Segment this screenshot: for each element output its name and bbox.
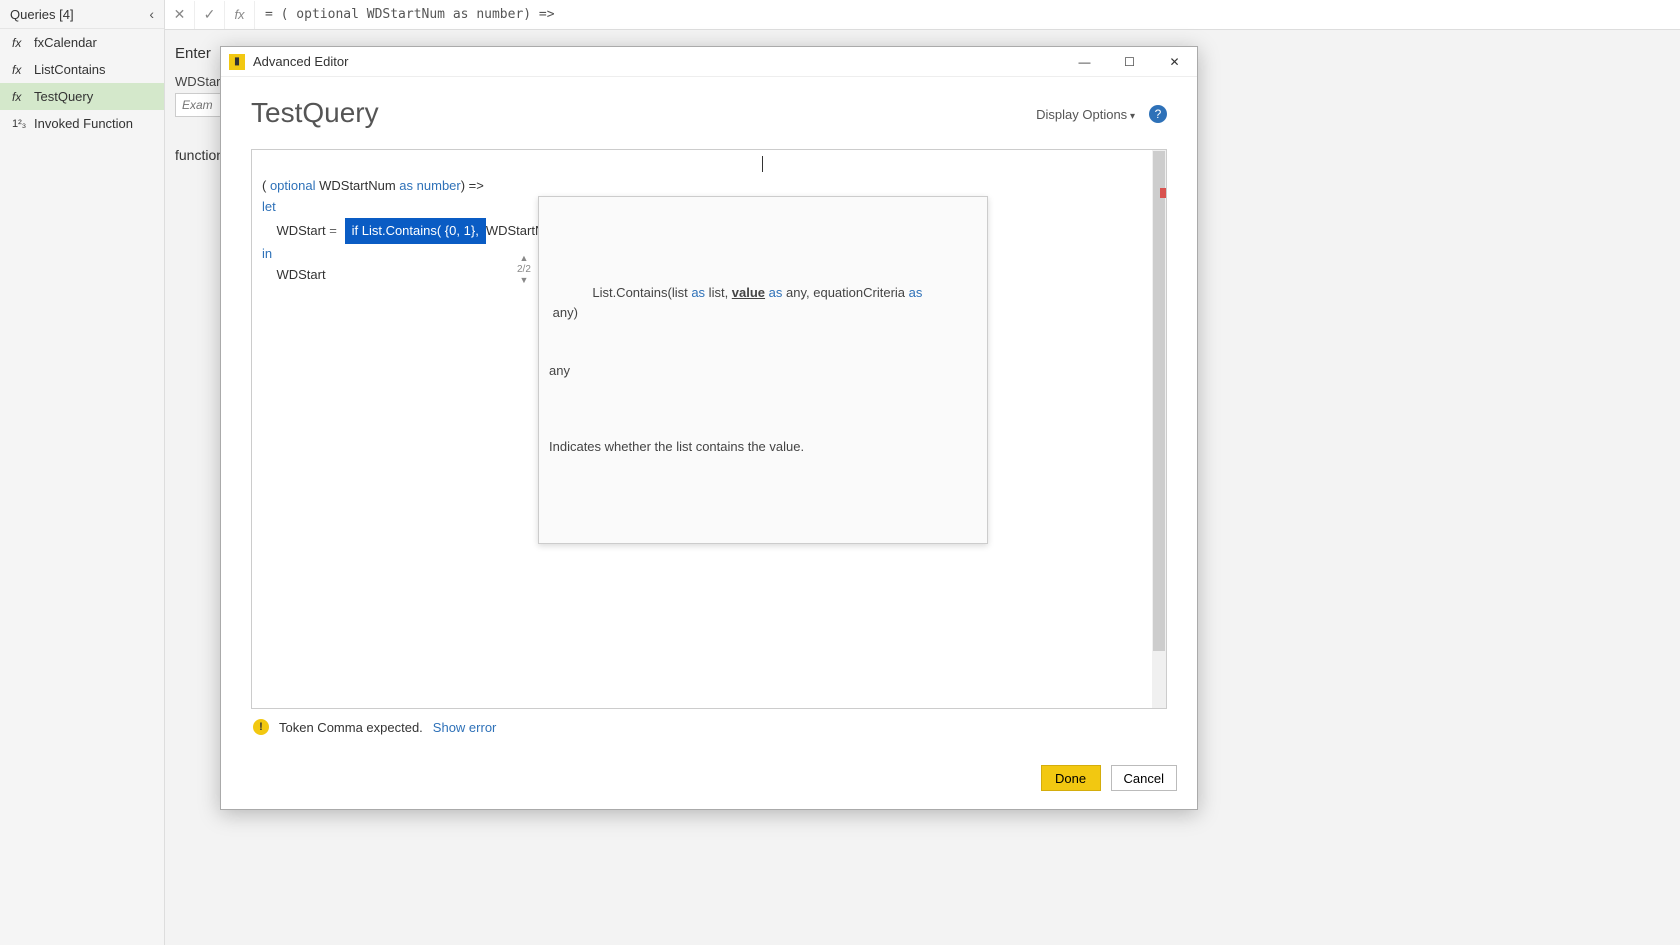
display-options-dropdown[interactable]: Display Options [1036, 107, 1135, 122]
code-token: List.Contains( { [358, 223, 449, 238]
cancel-formula-icon[interactable]: ✕ [165, 1, 195, 29]
sig-text: any) [549, 305, 578, 320]
code-selection-highlight: if List.Contains( {0, 1}, [345, 218, 486, 244]
editor-scrollbar[interactable] [1152, 150, 1166, 708]
query-item-fxcalendar[interactable]: fx fxCalendar [0, 29, 164, 56]
tooltip-return-type: any [549, 361, 977, 381]
code-keyword: optional [270, 178, 316, 193]
dialog-toolbar: Display Options ? [1036, 105, 1167, 123]
code-indent [262, 223, 276, 238]
fx-icon: fx [12, 90, 26, 104]
code-keyword: let [262, 199, 276, 214]
down-arrow-icon[interactable]: ▼ [519, 275, 528, 286]
sig-kw: as [691, 285, 705, 300]
sig-kw: as [909, 285, 923, 300]
code-indent [262, 267, 276, 282]
dialog-body: TestQuery Display Options ? ( optional W… [221, 77, 1197, 755]
advanced-editor-dialog: ▮ Advanced Editor — ☐ ✕ TestQuery Displa… [220, 46, 1198, 810]
fx-icon: fx [12, 63, 26, 77]
code-content[interactable]: ( optional WDStartNum as number) => let … [252, 150, 1166, 392]
query-item-listcontains[interactable]: fx ListContains [0, 56, 164, 83]
formula-text[interactable]: = ( optional WDStartNum as number) => [255, 7, 555, 22]
error-row: ! Token Comma expected. Show error [251, 709, 1167, 745]
query-label: Invoked Function [34, 116, 133, 131]
code-keyword: in [262, 246, 272, 261]
code-editor[interactable]: ( optional WDStartNum as number) => let … [251, 149, 1167, 709]
queries-panel: Queries [4] ‹ fx fxCalendar fx ListConta… [0, 0, 165, 945]
query-label: TestQuery [34, 89, 93, 104]
code-number: 1 [464, 223, 471, 238]
code-token: WDStart [276, 223, 329, 238]
warning-icon: ! [253, 719, 269, 735]
minimize-button[interactable]: — [1062, 47, 1107, 77]
tooltip-description: Indicates whether the list contains the … [549, 437, 977, 457]
tooltip-page: 2/2 [517, 264, 531, 275]
tooltip-content: List.Contains(list as list, value as any… [539, 257, 987, 503]
code-token: }, [471, 223, 479, 238]
fx-icon: fx [12, 36, 26, 50]
code-token: ) => [461, 178, 484, 193]
show-error-link[interactable]: Show error [433, 720, 497, 735]
queries-title: Queries [4] [10, 7, 74, 22]
dialog-heading: TestQuery [251, 97, 1167, 129]
sig-text: any, equationCriteria [782, 285, 908, 300]
editor-caret [762, 156, 763, 172]
code-type: number [417, 178, 461, 193]
scrollbar-thumb[interactable] [1153, 151, 1165, 651]
help-icon[interactable]: ? [1149, 105, 1167, 123]
queries-header: Queries [4] ‹ [0, 0, 164, 29]
window-buttons: — ☐ ✕ [1062, 47, 1197, 77]
dialog-titlebar[interactable]: ▮ Advanced Editor — ☐ ✕ [221, 47, 1197, 77]
code-operator: = [329, 223, 337, 238]
maximize-button[interactable]: ☐ [1107, 47, 1152, 77]
dialog-footer: Done Cancel [221, 755, 1197, 809]
fx-formula-icon[interactable]: fx [225, 1, 255, 29]
close-button[interactable]: ✕ [1152, 47, 1197, 77]
sig-text: List.Contains(list [592, 285, 691, 300]
cancel-button[interactable]: Cancel [1111, 765, 1177, 791]
code-token: WDStartNum [316, 178, 400, 193]
query-label: fxCalendar [34, 35, 97, 50]
dialog-title: Advanced Editor [253, 54, 1062, 69]
sig-current-param: value [732, 285, 765, 300]
error-marker-icon[interactable] [1160, 188, 1166, 198]
intellisense-tooltip: ▲ 2/2 ▼ List.Contains(list as list, valu… [538, 196, 988, 544]
error-message: Token Comma expected. [279, 720, 423, 735]
query-item-testquery[interactable]: fx TestQuery [0, 83, 164, 110]
formula-bar: ✕ ✓ fx = ( optional WDStartNum as number… [165, 0, 1680, 30]
collapse-chevron-icon[interactable]: ‹ [149, 6, 154, 22]
query-item-invoked-function[interactable]: 1²₃ Invoked Function [0, 110, 164, 137]
up-arrow-icon[interactable]: ▲ [519, 253, 528, 264]
accept-formula-icon[interactable]: ✓ [195, 1, 225, 29]
tooltip-pager[interactable]: ▲ 2/2 ▼ [517, 253, 531, 286]
done-button[interactable]: Done [1041, 765, 1101, 791]
query-label: ListContains [34, 62, 106, 77]
sig-kw: as [769, 285, 783, 300]
code-keyword: as [399, 178, 413, 193]
code-token: ( [262, 178, 270, 193]
sig-text: list, [705, 285, 732, 300]
powerbi-icon: ▮ [229, 54, 245, 70]
code-token: WDStart [276, 267, 325, 282]
code-token: , [456, 223, 463, 238]
number-type-icon: 1²₃ [12, 118, 26, 130]
